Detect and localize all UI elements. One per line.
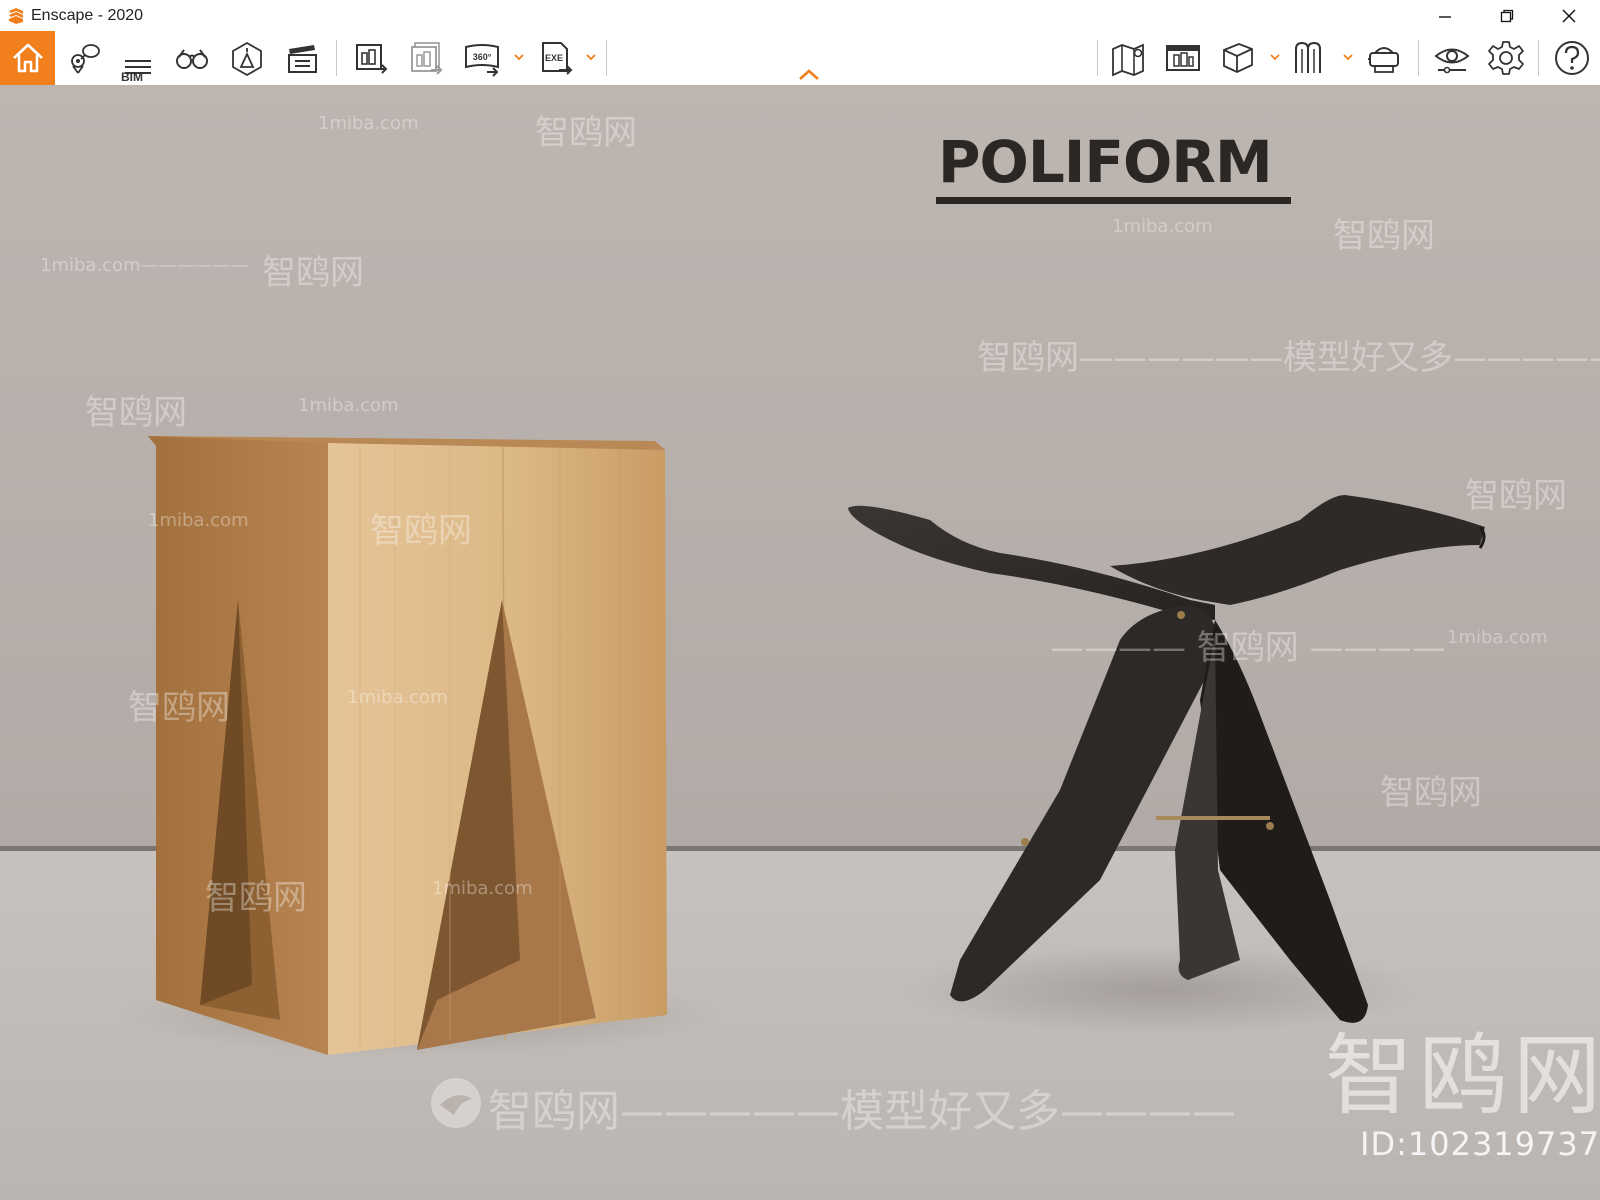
- material-button[interactable]: [1284, 31, 1336, 85]
- watermark-logo-icon: [431, 1078, 481, 1128]
- export-dropdown[interactable]: [585, 49, 597, 65]
- toolbar-separator: [1538, 40, 1539, 76]
- enscape-logo-icon: [9, 7, 23, 24]
- minimize-icon: [1439, 15, 1451, 18]
- window-title: Enscape - 2020: [31, 6, 144, 24]
- title-bar: Enscape - 2020: [0, 0, 1600, 31]
- binoculars-button[interactable]: [166, 31, 218, 85]
- vr-headset-icon: [1368, 47, 1399, 73]
- close-icon: [1562, 9, 1576, 22]
- vr-headset-button[interactable]: [1358, 31, 1410, 85]
- chevron-down-icon: [1270, 53, 1280, 60]
- map-button[interactable]: [1102, 31, 1154, 85]
- asset-library-icon: [1223, 43, 1253, 73]
- toolbar-separator: [606, 40, 607, 76]
- chevron-down-icon: [514, 53, 524, 60]
- window-controls: [1414, 0, 1600, 31]
- brand-underline: [936, 197, 1291, 204]
- brand-title: POLIFORM: [938, 128, 1273, 196]
- video-editor-icon: [288, 45, 317, 73]
- chevron-down-icon: [586, 53, 596, 60]
- export-exe-button[interactable]: EXE: [530, 31, 582, 85]
- home-button[interactable]: [0, 31, 55, 85]
- restore-icon: [1500, 9, 1514, 22]
- toolbar-separator: [1418, 40, 1419, 76]
- help-icon: [1555, 41, 1589, 75]
- settings-gear-icon: [1488, 41, 1524, 75]
- visual-settings-icon: [1434, 48, 1470, 74]
- panorama-dropdown[interactable]: [513, 49, 525, 65]
- wooden-stool: [148, 436, 667, 1055]
- minimize-button[interactable]: [1414, 0, 1476, 31]
- home-icon: [12, 43, 43, 73]
- atmosphere-button[interactable]: [221, 31, 273, 85]
- views-icon: [71, 44, 100, 74]
- map-icon: [1112, 43, 1144, 77]
- toolbar-separator: [336, 40, 337, 76]
- settings-button[interactable]: [1480, 31, 1532, 85]
- batch-render-button[interactable]: [400, 31, 452, 85]
- export-exe-icon: EXE: [542, 42, 573, 75]
- views-button[interactable]: [58, 31, 110, 85]
- panorama-360-button[interactable]: 360°: [456, 31, 508, 85]
- svg-text:EXE: EXE: [545, 53, 563, 63]
- collapse-toolbar-chevron-icon[interactable]: [797, 67, 821, 81]
- close-button[interactable]: [1538, 0, 1600, 31]
- atmosphere-icon: [232, 41, 262, 77]
- render-image-icon: [356, 44, 388, 74]
- toolbar-separator: [1097, 40, 1098, 76]
- restore-button[interactable]: [1476, 0, 1538, 31]
- svg-text:360°: 360°: [473, 52, 492, 62]
- scene-render: [0, 85, 1600, 1200]
- asset-library-button[interactable]: [1212, 31, 1264, 85]
- visual-settings-button[interactable]: [1426, 31, 1478, 85]
- bim-label: BIM: [121, 70, 143, 84]
- binoculars-icon: [176, 49, 208, 69]
- batch-render-icon: [411, 42, 443, 75]
- render-viewport[interactable]: POLIFORM 1miba.com 智鸥网 1miba.com—————— 智…: [0, 85, 1600, 1200]
- video-editor-button[interactable]: [276, 31, 328, 85]
- chevron-down-icon: [1343, 53, 1353, 60]
- render-gallery-button[interactable]: [1157, 31, 1209, 85]
- render-gallery-icon: [1166, 45, 1200, 71]
- panorama-360-icon: 360°: [465, 44, 499, 77]
- material-dropdown[interactable]: [1342, 49, 1354, 65]
- material-icon: [1295, 41, 1321, 73]
- render-image-button[interactable]: [345, 31, 397, 85]
- help-button[interactable]: [1546, 31, 1598, 85]
- asset-library-dropdown[interactable]: [1269, 49, 1281, 65]
